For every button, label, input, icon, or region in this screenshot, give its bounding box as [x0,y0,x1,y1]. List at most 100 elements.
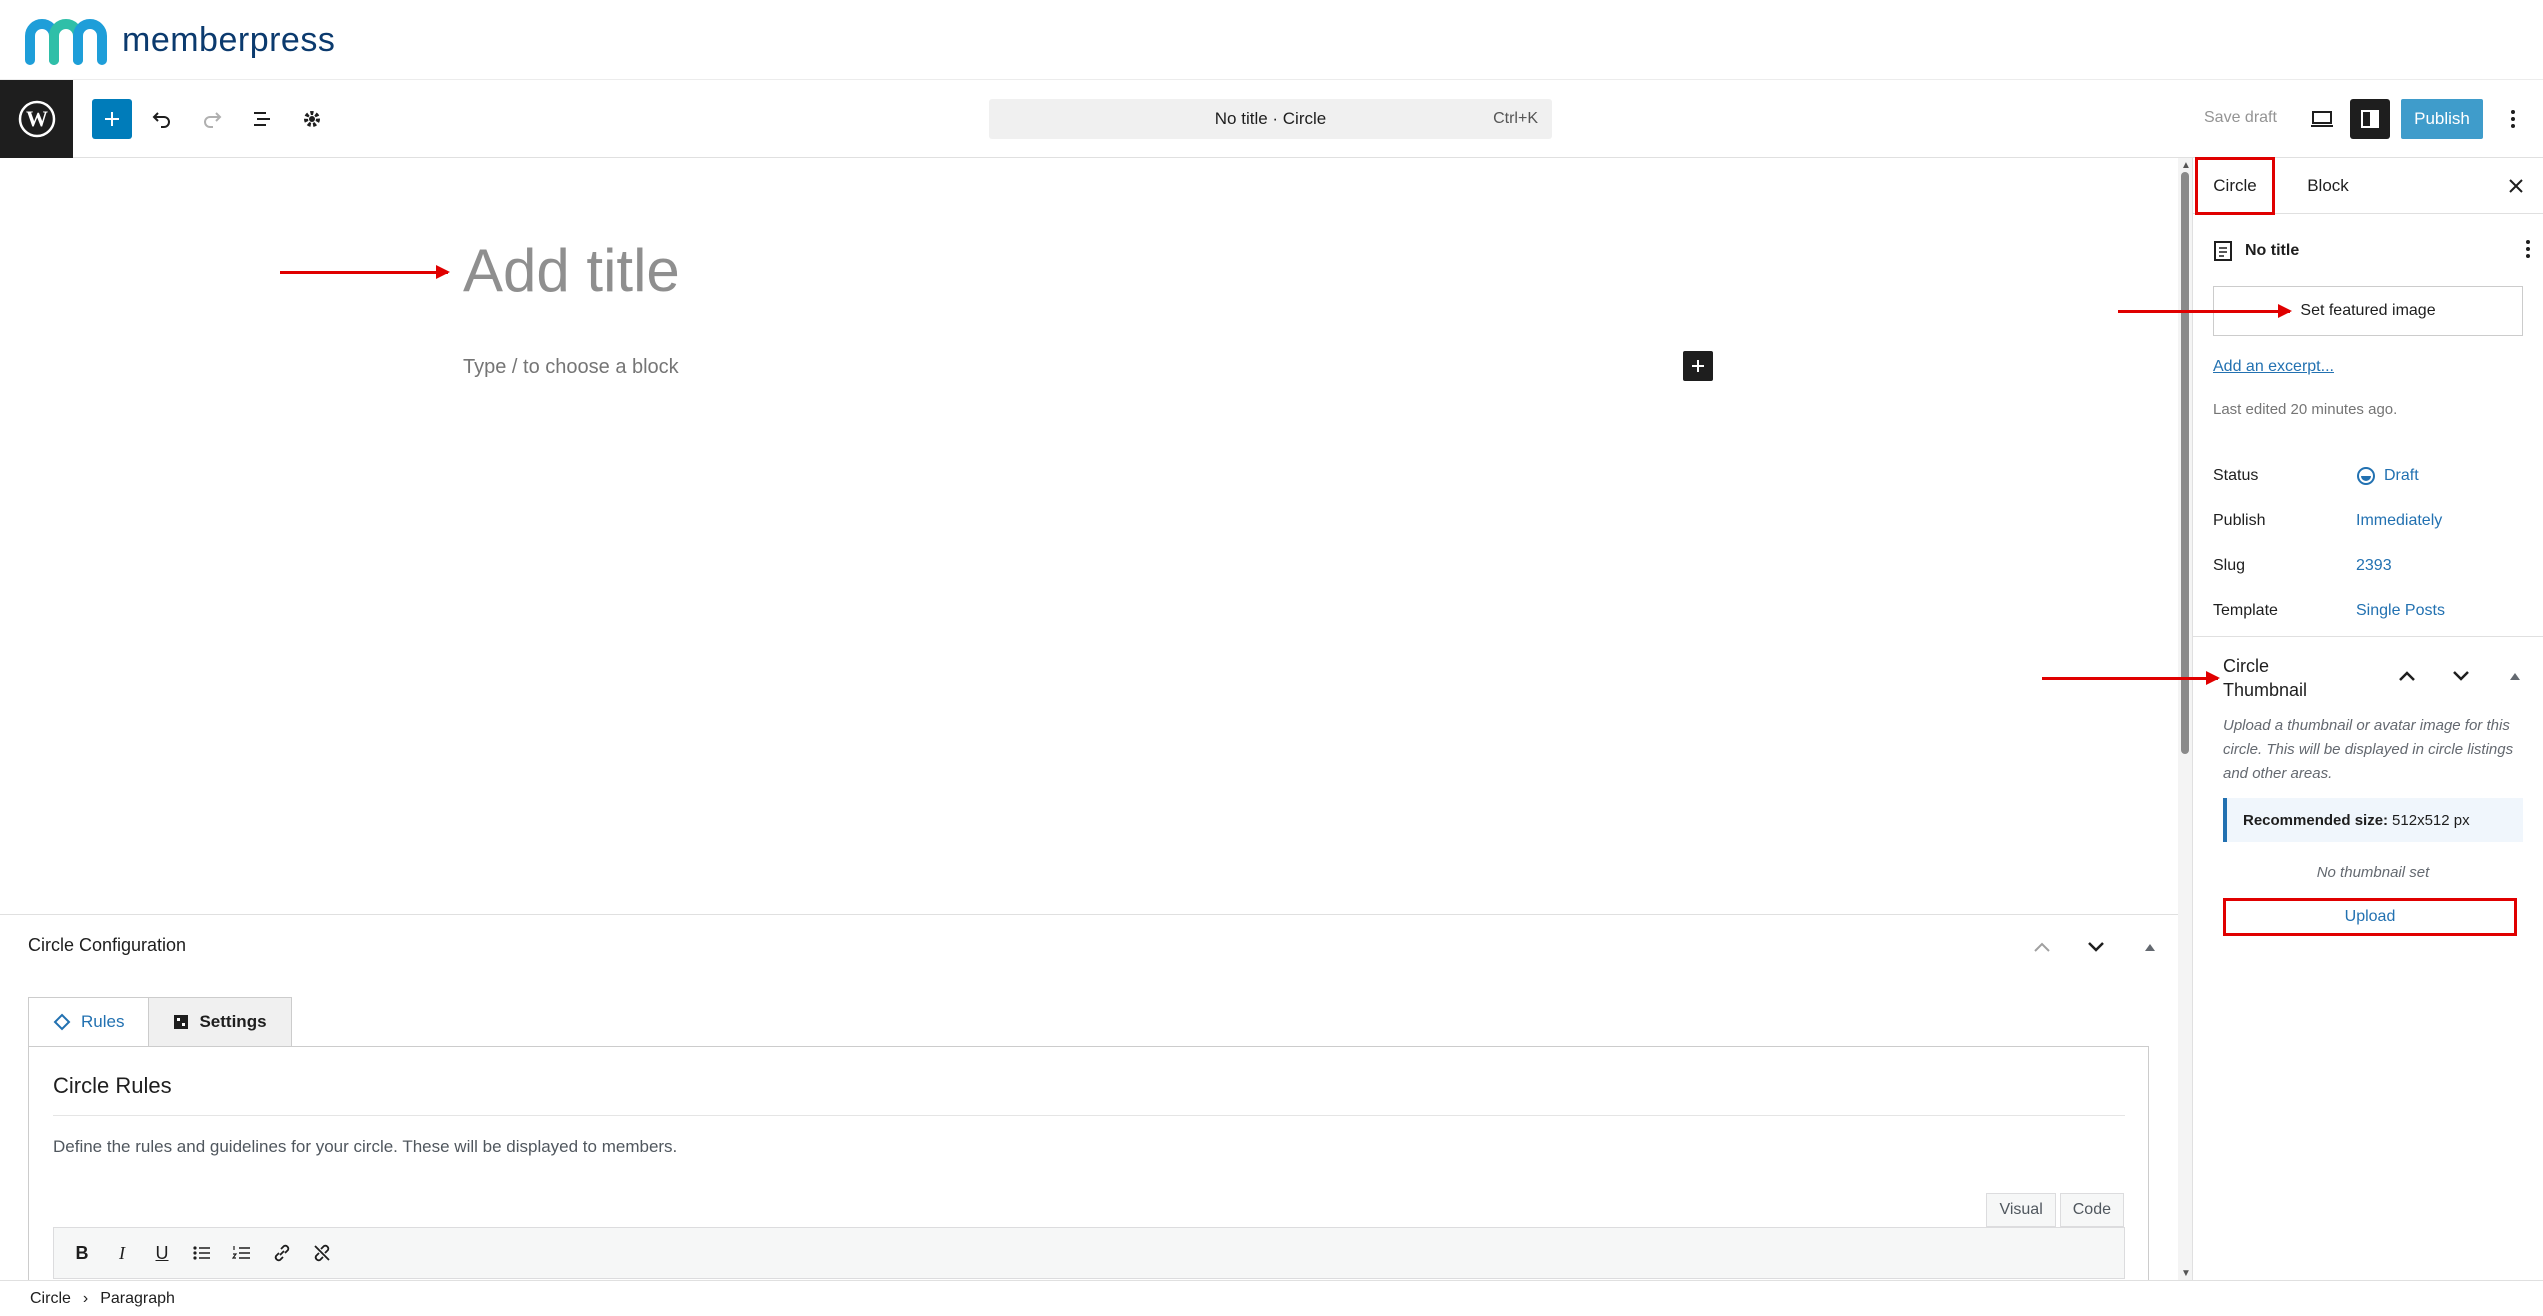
tab-circle[interactable]: Circle [2195,157,2275,215]
document-icon [2214,241,2232,261]
tools-button[interactable] [292,99,332,139]
metabox-tabs: Rules Settings [28,997,292,1047]
scrollbar-thumb[interactable] [2181,172,2189,754]
bold-button[interactable]: B [64,1235,100,1271]
publish-button[interactable]: Publish [2401,99,2483,139]
document-overview-button[interactable] [242,99,282,139]
slug-row: Slug 2393 [2213,552,2529,580]
move-down-button[interactable] [2443,658,2479,694]
list-view-icon [254,112,270,126]
circle-configuration-metabox: Circle Configuration Rules Settings Circ… [0,914,2178,1281]
breadcrumb-item-paragraph[interactable]: Paragraph [100,1290,175,1308]
document-actions-button[interactable] [2525,238,2531,265]
status-value[interactable]: Draft [2356,466,2419,486]
redo-button[interactable] [192,99,232,139]
upload-thumbnail-button[interactable]: Upload [2223,898,2517,936]
save-draft-button[interactable]: Save draft [2204,109,2277,127]
inline-inserter-button[interactable] [1683,351,1713,381]
options-button[interactable] [2495,99,2531,139]
add-excerpt-link[interactable]: Add an excerpt... [2213,358,2334,376]
tab-code[interactable]: Code [2059,1193,2124,1227]
close-icon [2509,179,2523,193]
underline-button[interactable]: U [144,1235,180,1271]
recommended-size-value: 512x512 px [2392,811,2470,829]
post-title-input[interactable]: Add title [463,236,680,305]
metabox-title: Circle Configuration [28,935,187,955]
sidebar-icon [2361,110,2379,128]
wordpress-logo-button[interactable]: W [0,80,73,158]
undo-button[interactable] [142,99,182,139]
block-placeholder[interactable]: Type / to choose a block [463,356,679,379]
recommended-size-notice: Recommended size: 512x512 px [2223,798,2523,842]
status-row: Status Draft [2213,462,2529,490]
plus-icon [1692,360,1704,372]
bold-icon: B [75,1242,89,1263]
document-summary: No title [2213,236,2529,266]
more-vertical-icon [2526,240,2530,258]
breadcrumb-item-circle[interactable]: Circle [30,1290,71,1308]
triangle-up-icon [2145,944,2155,951]
slug-value[interactable]: 2393 [2356,557,2392,575]
italic-icon: I [119,1242,125,1263]
unlink-icon [314,1244,330,1262]
chevron-up-icon [2399,671,2415,681]
brand-name: memberpress [122,20,336,59]
brand-logo[interactable]: memberpress [24,14,335,66]
command-palette-bar[interactable]: No title · Circle Ctrl+K [989,99,1552,139]
tab-settings-label: Settings [199,1012,267,1031]
move-up-button[interactable] [2389,658,2425,694]
svg-text:W: W [26,106,48,131]
chevron-up-icon [2034,942,2050,952]
italic-button[interactable]: I [104,1235,140,1271]
rich-text-toolbar: B I U [53,1227,2125,1279]
editor-toolbar: W No title · Circle Ctrl+K Save draft Pu… [0,80,2543,158]
bullet-list-icon [193,1246,210,1260]
insert-link-button[interactable] [264,1235,300,1271]
command-shortcut: Ctrl+K [1493,110,1538,127]
status-label: Status [2213,467,2259,484]
brand-header: memberpress [0,0,2543,80]
numbered-list-button[interactable] [224,1235,260,1271]
template-row: Template Single Posts [2213,597,2529,625]
recommended-size-label: Recommended size: [2243,811,2389,829]
toggle-panel-button[interactable] [2132,929,2168,965]
template-value[interactable]: Single Posts [2356,602,2445,620]
block-inserter-button[interactable] [92,99,132,139]
tab-rules[interactable]: Rules [28,997,150,1047]
remove-link-button[interactable] [304,1235,340,1271]
rules-title: Circle Rules [53,1073,172,1098]
circle-thumbnail-title: Circle Thumbnail [2223,656,2308,700]
document-title: No title [2245,242,2300,259]
bullet-list-button[interactable] [184,1235,220,1271]
wordpress-icon: W [18,100,55,138]
annotation-arrow [280,265,450,279]
settings-sidebar-toggle[interactable] [2350,99,2390,139]
more-vertical-icon [2511,110,2515,128]
view-button[interactable] [2302,99,2342,139]
close-sidebar-button[interactable] [2502,172,2530,200]
editor-mode-tabs: Visual Code [1986,1193,2124,1227]
plus-icon [105,112,119,126]
undo-icon [152,112,170,128]
chevron-down-icon [2088,942,2104,952]
move-up-button[interactable] [2024,929,2060,965]
rules-description: Define the rules and guidelines for your… [53,1137,678,1156]
last-edited-text: Last edited 20 minutes ago. [2213,401,2398,418]
toggle-panel-button[interactable] [2497,658,2533,694]
scroll-up-icon[interactable]: ▲ [2181,160,2191,171]
gear-icon [304,111,320,127]
tab-block[interactable]: Block [2293,158,2363,214]
grid-icon [174,1015,189,1029]
memberpress-logo-icon [25,19,107,65]
command-bar-text: No title · Circle [1214,109,1327,128]
tab-visual[interactable]: Visual [1986,1193,2056,1227]
underline-icon: U [155,1242,169,1263]
annotation-arrow [2042,671,2220,685]
block-breadcrumb: Circle › Paragraph [0,1280,2543,1316]
template-label: Template [2213,602,2278,619]
publish-value[interactable]: Immediately [2356,512,2442,530]
tab-settings[interactable]: Settings [148,997,292,1047]
scroll-down-icon[interactable]: ▼ [2181,1268,2191,1279]
move-down-button[interactable] [2078,929,2114,965]
numbered-list-icon [232,1246,250,1259]
